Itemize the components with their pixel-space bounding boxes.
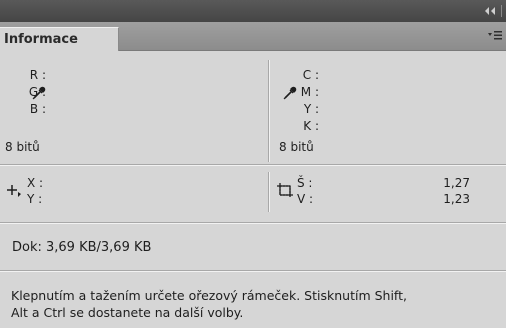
width-value: 1,27 (443, 176, 470, 190)
tab-strip: Informace (0, 22, 506, 51)
width-label: Š : (297, 176, 313, 190)
eyedropper-icon[interactable] (283, 86, 297, 100)
tool-hint-line-2: Alt a Ctrl se dostanete na další volby. (11, 305, 244, 320)
info-panel: Informace R : G : B : 8 bitů C : M : Y :… (0, 0, 506, 328)
tab-label: Informace (4, 32, 78, 47)
color-divider (268, 60, 270, 162)
tool-hint-line-1: Klepnutím a tažením určete ořezový rámeč… (11, 288, 407, 303)
document-size: Dok: 3,69 KB/3,69 KB (12, 240, 152, 255)
rgb-label-b: B : (29, 102, 46, 116)
cmyk-label-y: Y : (303, 102, 319, 116)
crosshair-position-icon (6, 182, 24, 198)
cmyk-bit-depth: 8 bitů (279, 140, 314, 154)
section-divider-3 (0, 270, 506, 272)
panel-menu-icon[interactable] (488, 31, 502, 41)
height-label: V : (297, 192, 314, 206)
rgb-label-r: R : (29, 68, 46, 82)
rgb-bit-depth: 8 bitů (5, 140, 40, 154)
collapse-panel-icon[interactable] (484, 6, 496, 16)
selection-size-icon (276, 182, 294, 198)
x-label: X : (27, 176, 44, 190)
cmyk-label-c: C : (302, 68, 319, 82)
panel-titlebar (0, 0, 506, 22)
height-value: 1,23 (443, 192, 470, 206)
section-divider-1 (0, 164, 506, 166)
tab-informace[interactable]: Informace (0, 27, 119, 51)
position-divider (268, 172, 270, 212)
titlebar-separator (501, 5, 502, 17)
eyedropper-icon[interactable] (32, 86, 46, 100)
section-divider-2 (0, 222, 506, 224)
titlebar-controls (484, 5, 502, 17)
cmyk-label-k: K : (303, 119, 319, 133)
y-label: Y : (27, 192, 43, 206)
